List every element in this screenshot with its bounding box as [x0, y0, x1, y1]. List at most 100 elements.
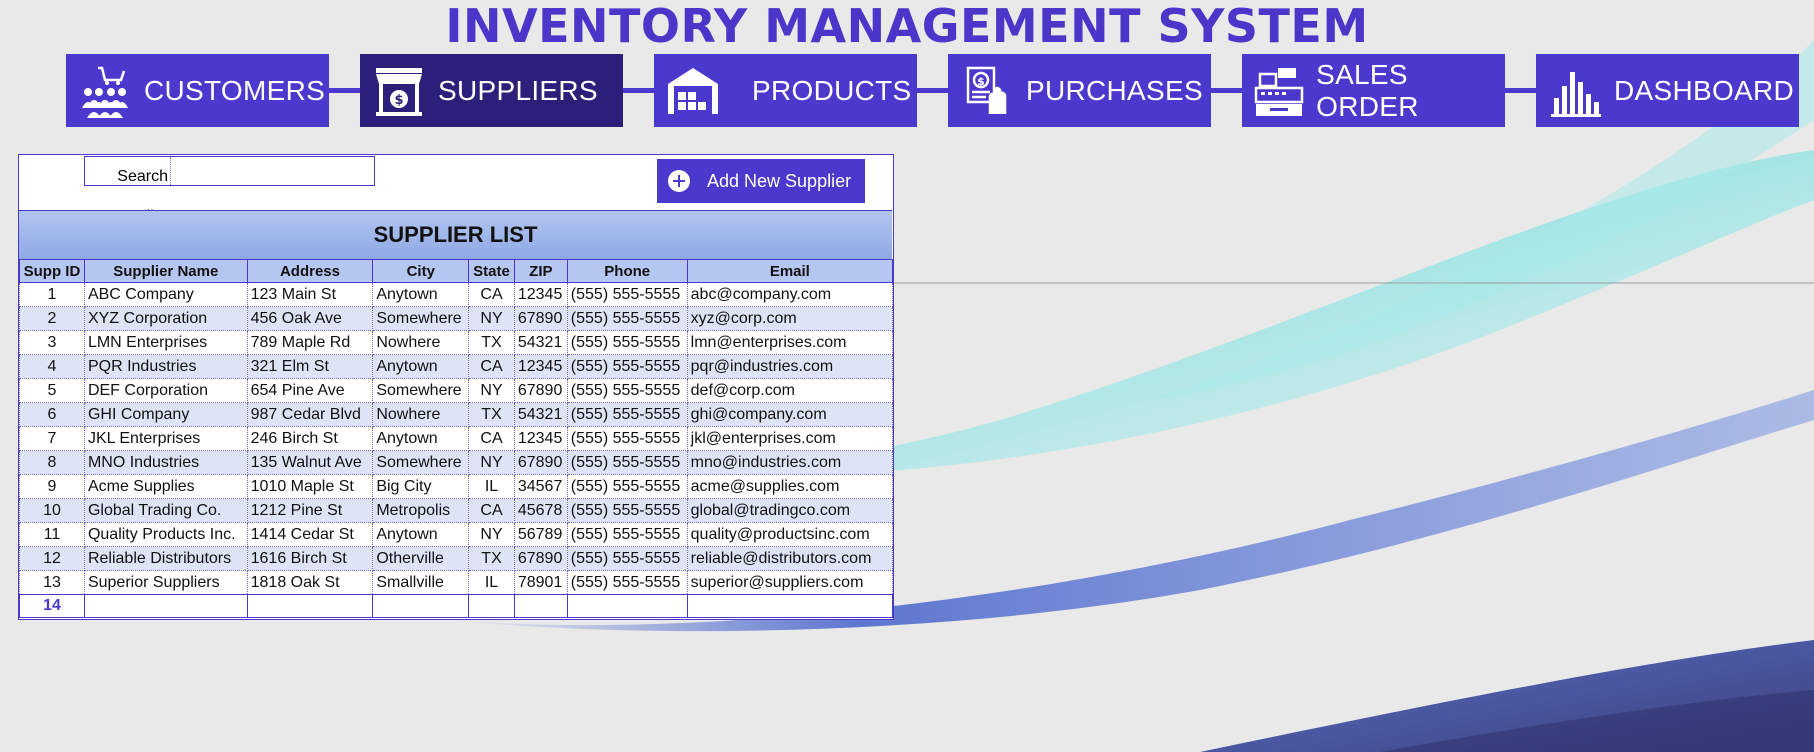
table-row[interactable]: 8 MNO Industries 135 Walnut Ave Somewhere NY… [19, 450, 894, 475]
table-cell[interactable]: ghi@company.com [686, 402, 894, 427]
table-cell[interactable]: Metropolis [372, 498, 470, 523]
column-header[interactable]: Email [686, 259, 894, 283]
table-cell[interactable]: IL [468, 570, 515, 595]
table-cell[interactable]: 3 [19, 330, 85, 355]
table-cell[interactable]: 1818 Oak St [246, 570, 374, 595]
table-cell[interactable]: DEF Corporation [83, 378, 248, 403]
table-cell[interactable]: LMN Enterprises [83, 330, 248, 355]
new-row-empty-cell[interactable] [372, 594, 470, 618]
table-cell[interactable]: 78901 [513, 570, 568, 595]
table-cell[interactable]: xyz@corp.com [686, 306, 894, 331]
table-cell[interactable]: Superior Suppliers [83, 570, 248, 595]
table-cell[interactable]: 12345 [513, 354, 568, 379]
table-cell[interactable]: Acme Supplies [83, 474, 248, 499]
table-cell[interactable]: (555) 555-5555 [566, 474, 688, 499]
table-cell[interactable]: CA [468, 498, 515, 523]
table-cell[interactable]: 789 Maple Rd [246, 330, 374, 355]
table-cell[interactable]: (555) 555-5555 [566, 570, 688, 595]
table-cell[interactable]: (555) 555-5555 [566, 354, 688, 379]
table-cell[interactable]: 135 Walnut Ave [246, 450, 374, 475]
nav-products-button[interactable]: PRODUCTS [654, 54, 917, 127]
table-row[interactable]: 1 ABC Company 123 Main St Anytown CA 12345 (55… [19, 282, 894, 307]
table-cell[interactable]: (555) 555-5555 [566, 522, 688, 547]
table-cell[interactable]: NY [468, 522, 515, 547]
nav-customers-button[interactable]: CUSTOMERS [66, 54, 329, 127]
table-cell[interactable]: 1414 Cedar St [246, 522, 374, 547]
table-cell[interactable]: 56789 [513, 522, 568, 547]
table-cell[interactable]: 2 [19, 306, 85, 331]
table-cell[interactable]: 1616 Birch St [246, 546, 374, 571]
table-cell[interactable]: CA [468, 354, 515, 379]
table-row[interactable]: 7 JKL Enterprises 246 Birch St Anytown CA 123… [19, 426, 894, 451]
table-cell[interactable]: 54321 [513, 402, 568, 427]
table-cell[interactable]: 12345 [513, 426, 568, 451]
table-cell[interactable]: Nowhere [372, 330, 470, 355]
table-cell[interactable]: TX [468, 546, 515, 571]
table-cell[interactable]: 7 [19, 426, 85, 451]
nav-purchases-button[interactable]: $ PURCHASES [948, 54, 1211, 127]
table-cell[interactable]: JKL Enterprises [83, 426, 248, 451]
table-cell[interactable]: 67890 [513, 546, 568, 571]
new-row-empty-cell[interactable] [686, 594, 894, 618]
table-cell[interactable]: XYZ Corporation [83, 306, 248, 331]
table-row[interactable]: 10 Global Trading Co. 1212 Pine St Metropol… [19, 498, 894, 523]
table-row[interactable]: 12 Reliable Distributors 1616 Birch St Othe… [19, 546, 894, 571]
table-cell[interactable]: Reliable Distributors [83, 546, 248, 571]
table-cell[interactable]: Anytown [372, 282, 470, 307]
table-cell[interactable]: Global Trading Co. [83, 498, 248, 523]
table-cell[interactable]: 67890 [513, 450, 568, 475]
table-cell[interactable]: 246 Birch St [246, 426, 374, 451]
table-cell[interactable]: Nowhere [372, 402, 470, 427]
table-cell[interactable]: 45678 [513, 498, 568, 523]
table-cell[interactable]: CA [468, 282, 515, 307]
table-cell[interactable]: 67890 [513, 306, 568, 331]
new-row-id-cell[interactable]: 14 [19, 594, 85, 618]
column-header[interactable]: City [372, 259, 470, 283]
table-cell[interactable]: (555) 555-5555 [566, 498, 688, 523]
table-cell[interactable]: 6 [19, 402, 85, 427]
table-cell[interactable]: 5 [19, 378, 85, 403]
table-cell[interactable]: (555) 555-5555 [566, 450, 688, 475]
table-row[interactable]: 5 DEF Corporation 654 Pine Ave Somewhere NY 6… [19, 378, 894, 403]
new-row-empty-cell[interactable] [513, 594, 568, 618]
table-cell[interactable]: 67890 [513, 378, 568, 403]
table-cell[interactable]: Somewhere [372, 450, 470, 475]
nav-dashboard-button[interactable]: DASHBOARD [1536, 54, 1799, 127]
table-cell[interactable]: Somewhere [372, 306, 470, 331]
table-row[interactable]: 2 XYZ Corporation 456 Oak Ave Somewhere NY 67… [19, 306, 894, 331]
table-cell[interactable]: Big City [372, 474, 470, 499]
table-cell[interactable]: 11 [19, 522, 85, 547]
nav-suppliers-button[interactable]: $ SUPPLIERS [360, 54, 623, 127]
table-cell[interactable]: MNO Industries [83, 450, 248, 475]
table-cell[interactable]: 4 [19, 354, 85, 379]
table-cell[interactable]: ABC Company [83, 282, 248, 307]
table-cell[interactable]: reliable@distributors.com [686, 546, 894, 571]
table-cell[interactable]: (555) 555-5555 [566, 378, 688, 403]
table-cell[interactable]: Otherville [372, 546, 470, 571]
table-row[interactable]: 6 GHI Company 987 Cedar Blvd Nowhere TX 54321… [19, 402, 894, 427]
table-cell[interactable]: Smallville [372, 570, 470, 595]
table-cell[interactable]: 1010 Maple St [246, 474, 374, 499]
table-cell[interactable]: Quality Products Inc. [83, 522, 248, 547]
table-cell[interactable]: 321 Elm St [246, 354, 374, 379]
table-cell[interactable]: (555) 555-5555 [566, 402, 688, 427]
table-cell[interactable]: 1 [19, 282, 85, 307]
new-row-empty-cell[interactable] [566, 594, 688, 618]
table-cell[interactable]: global@tradingco.com [686, 498, 894, 523]
new-row-empty-cell[interactable] [468, 594, 515, 618]
table-cell[interactable]: 10 [19, 498, 85, 523]
table-cell[interactable]: 654 Pine Ave [246, 378, 374, 403]
column-header[interactable]: Supplier Name [83, 259, 248, 283]
table-cell[interactable]: Anytown [372, 522, 470, 547]
new-row-empty-cell[interactable] [83, 594, 248, 618]
search-supplier-input[interactable] [171, 157, 374, 185]
table-cell[interactable]: lmn@enterprises.com [686, 330, 894, 355]
table-row[interactable]: 13 Superior Suppliers 1818 Oak St Smallvill… [19, 570, 894, 595]
table-cell[interactable]: (555) 555-5555 [566, 426, 688, 451]
new-entry-row[interactable]: 14 [19, 594, 894, 618]
table-cell[interactable]: (555) 555-5555 [566, 546, 688, 571]
table-row[interactable]: 3 LMN Enterprises 789 Maple Rd Nowhere TX 543… [19, 330, 894, 355]
table-cell[interactable]: CA [468, 426, 515, 451]
table-cell[interactable]: NY [468, 450, 515, 475]
table-cell[interactable]: mno@industries.com [686, 450, 894, 475]
